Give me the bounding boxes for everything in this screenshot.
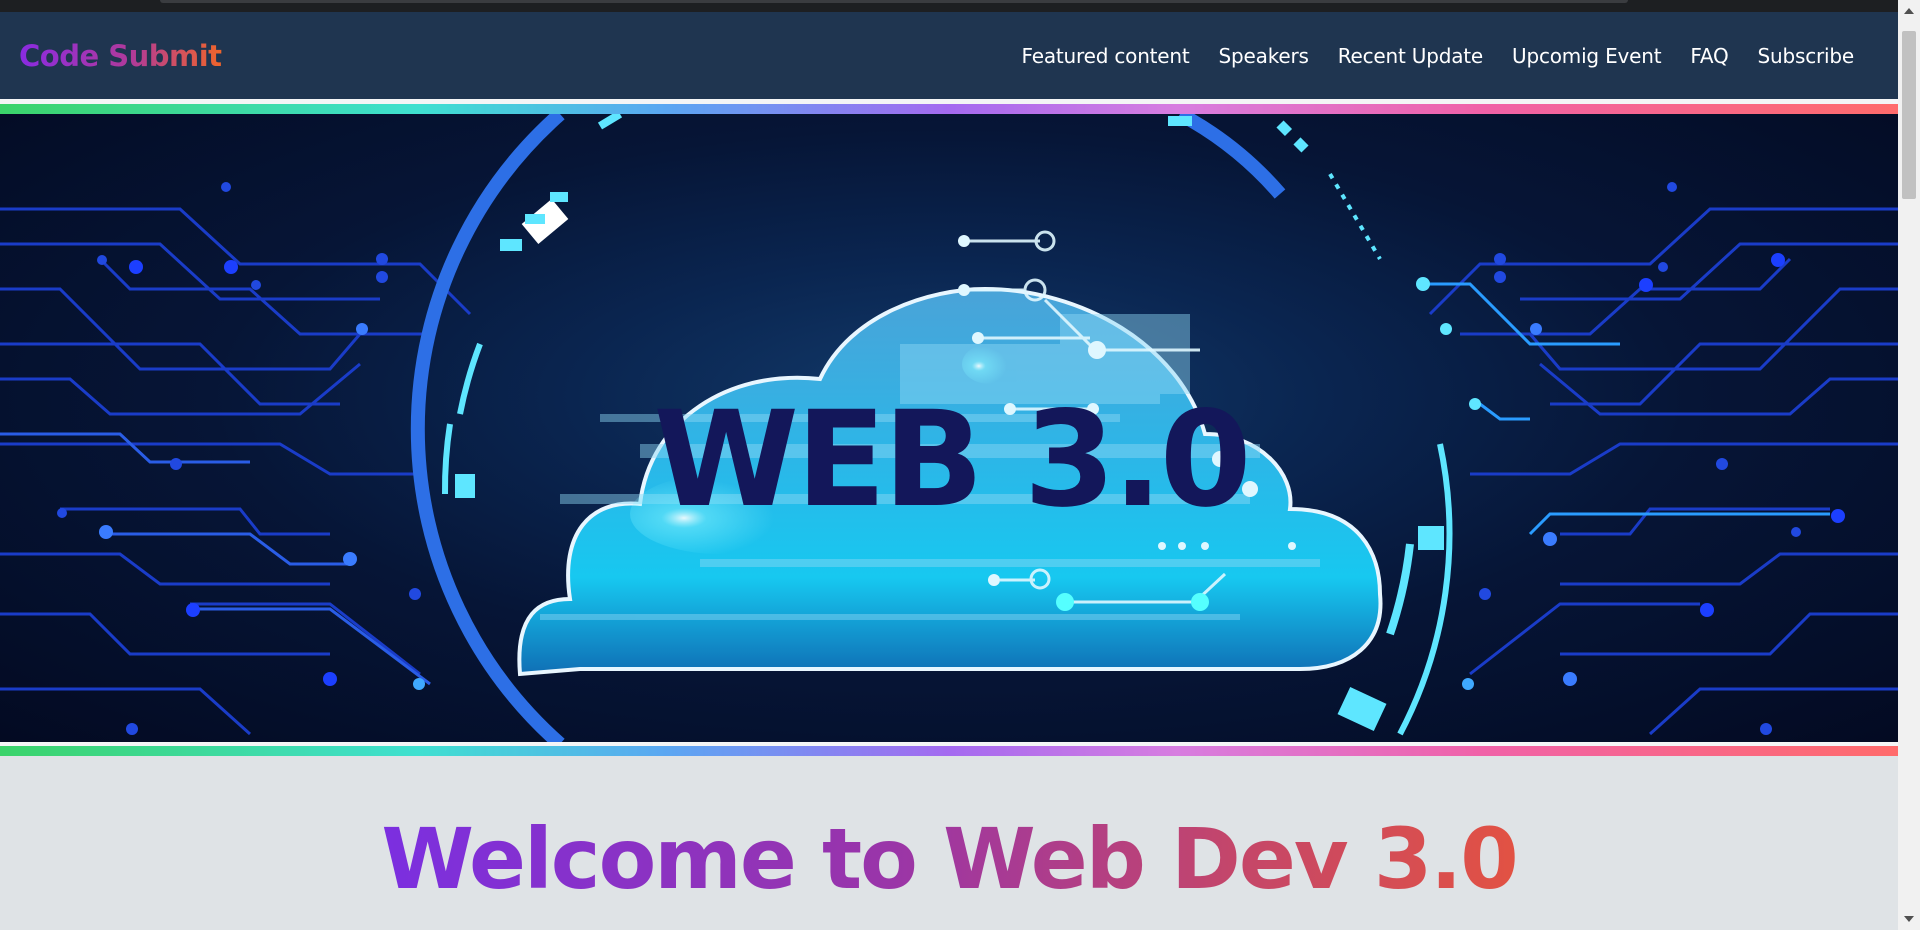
hero-bottom-rainbow-border xyxy=(0,746,1898,756)
top-navbar: Code Submit Featured content Speakers Re… xyxy=(0,12,1898,99)
nav-link-upcoming-event[interactable]: Upcomig Event xyxy=(1512,44,1662,68)
scrollbar-thumb[interactable] xyxy=(1902,31,1916,199)
page-scrollbar[interactable] xyxy=(1898,0,1920,930)
nav-link-faq[interactable]: FAQ xyxy=(1690,44,1728,68)
welcome-title: Welcome to Web Dev 3.0 xyxy=(381,810,1518,908)
nav-link-featured-content[interactable]: Featured content xyxy=(1022,44,1190,68)
browser-tab-strip xyxy=(160,0,1628,3)
scroll-up-arrow-icon[interactable] xyxy=(1904,8,1914,14)
nav-link-subscribe[interactable]: Subscribe xyxy=(1758,44,1855,68)
main-nav: Featured content Speakers Recent Update … xyxy=(1022,44,1855,68)
welcome-heading: Welcome to Web Dev 3.0 xyxy=(0,810,1898,908)
scroll-down-arrow-icon[interactable] xyxy=(1904,916,1914,922)
nav-link-speakers[interactable]: Speakers xyxy=(1219,44,1309,68)
brand-logo-link[interactable]: Code Submit xyxy=(19,39,222,73)
browser-chrome-strip xyxy=(0,0,1898,12)
hero-banner-text: WEB 3.0 xyxy=(653,383,1251,537)
nav-link-recent-update[interactable]: Recent Update xyxy=(1338,44,1484,68)
hero-banner: WEB 3.0 xyxy=(0,114,1898,742)
hero-top-rainbow-border xyxy=(0,104,1898,114)
